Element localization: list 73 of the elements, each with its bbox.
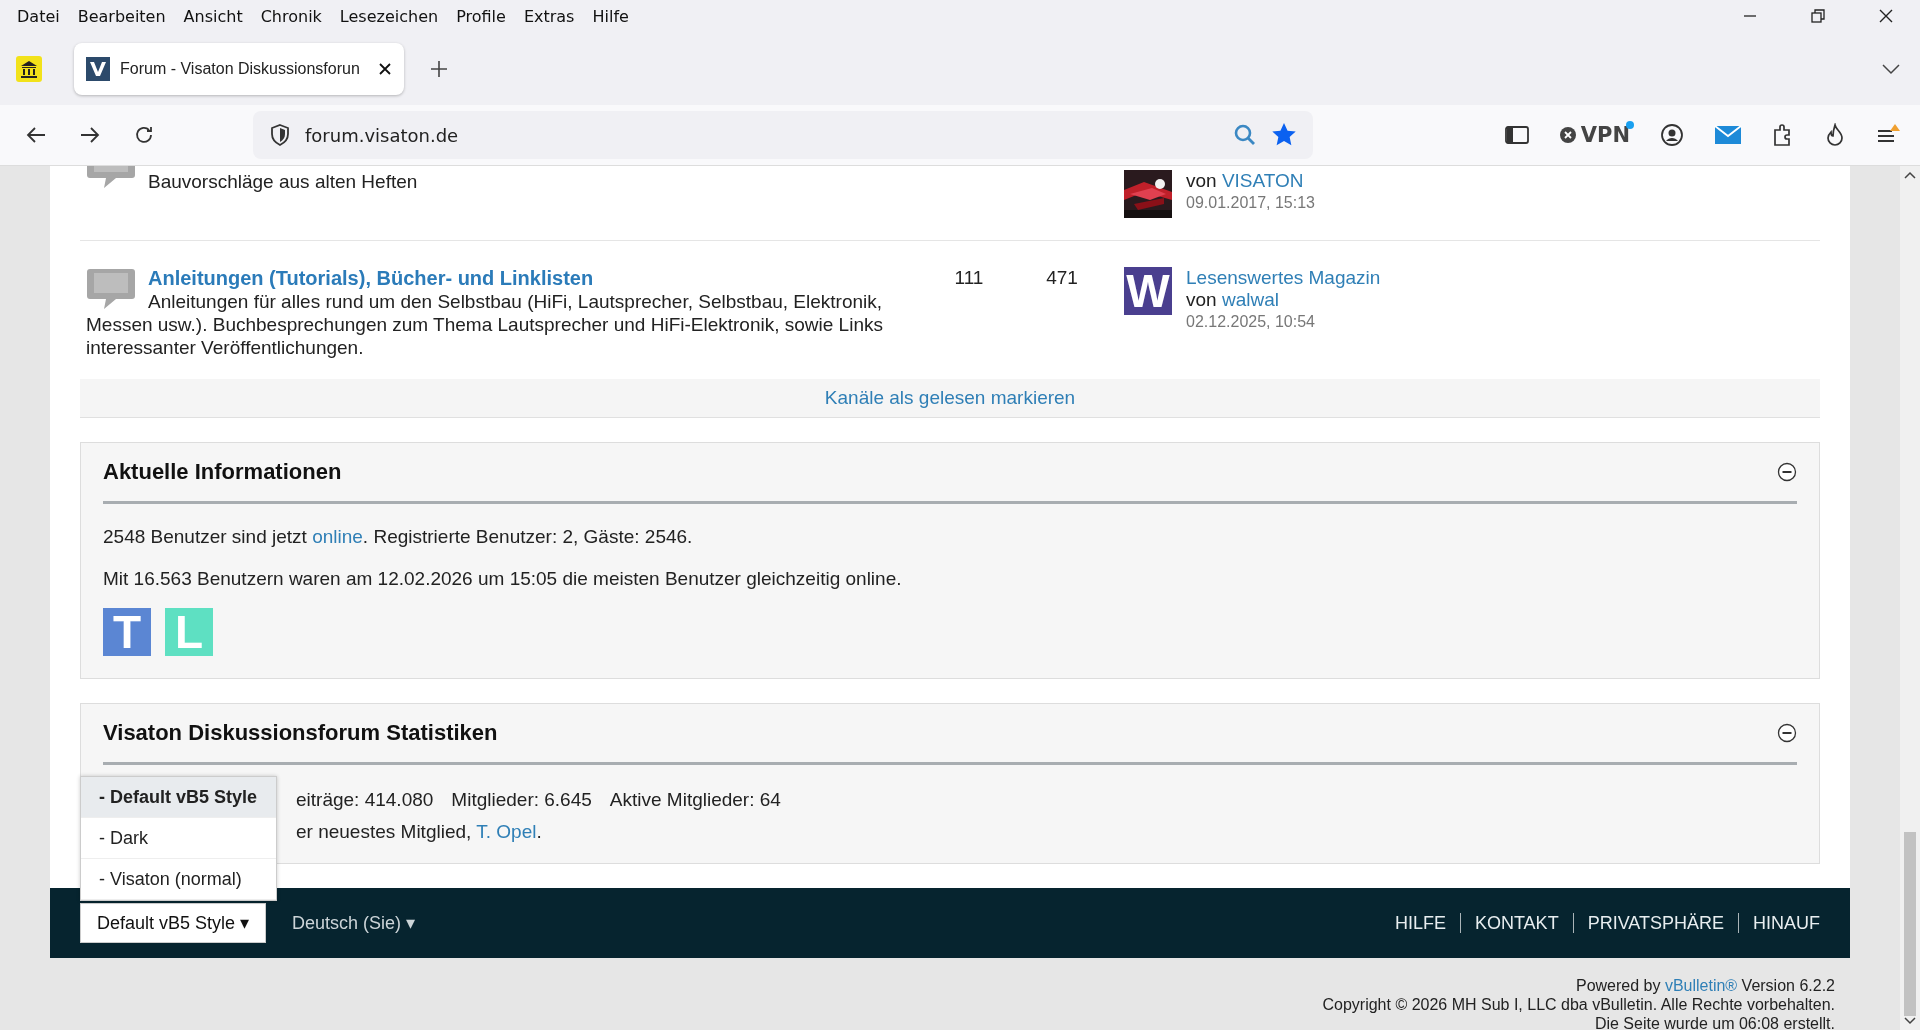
address-bar[interactable]: forum.visaton.de — [253, 111, 1313, 159]
post-count: 471 — [1046, 267, 1078, 288]
shield-icon — [269, 123, 291, 147]
panel-title: Aktuelle Informationen — [103, 459, 342, 485]
footer-link[interactable]: HINAUF — [1753, 912, 1820, 934]
close-icon[interactable] — [378, 61, 392, 76]
forum-title-link[interactable]: Anleitungen (Tutorials), Bücher- und Linklisten — [148, 267, 594, 289]
mail-icon[interactable] — [1714, 125, 1742, 145]
footer-link[interactable]: KONTAKT — [1474, 912, 1559, 934]
thread-link[interactable]: Lesenswertes Magazin — [1186, 267, 1381, 289]
menu-item[interactable]: Profile — [447, 6, 515, 26]
scrollbar-thumb[interactable] — [1904, 832, 1916, 1016]
user-avatar[interactable]: W — [1124, 267, 1172, 315]
collapse-icon[interactable] — [1777, 723, 1797, 743]
footer-link[interactable]: HILFE — [1394, 912, 1446, 934]
thread-count: 111 — [954, 267, 984, 288]
member-link[interactable]: T. Opel — [476, 821, 537, 842]
menu-item[interactable]: Ansicht — [174, 6, 252, 26]
user-avatar[interactable]: T — [103, 608, 151, 656]
reload-icon[interactable] — [133, 124, 155, 146]
copyright-text: Copyright © 2026 MH Sub I, LLC dba vBulletin. Alle Rechte vorbehalten. — [1322, 995, 1835, 1014]
chevron-down-icon[interactable] — [1882, 62, 1900, 75]
restore-icon[interactable] — [1810, 8, 1826, 24]
mark-read-link[interactable]: Kanäle als gelesen markieren — [824, 387, 1076, 409]
account-icon[interactable] — [1660, 123, 1684, 147]
close-icon[interactable] — [1878, 8, 1894, 24]
scrollbar[interactable] — [1900, 166, 1920, 1030]
menu-option[interactable]: - Visaton (normal) — [81, 859, 276, 900]
footer-link[interactable]: PRIVATSPHÄRE — [1587, 912, 1724, 934]
flame-icon[interactable] — [1824, 123, 1846, 147]
scroll-up-icon[interactable] — [1904, 170, 1916, 180]
menu-item[interactable]: Datei — [8, 6, 69, 26]
scroll-down-icon[interactable] — [1904, 1016, 1916, 1026]
menu-option[interactable]: - Default vB5 Style — [81, 777, 276, 818]
powered-by-text: Powered by vBulletin® Version 6.2.2 — [1575, 976, 1835, 995]
language-dropdown[interactable]: Deutsch (Sie) ▾ — [286, 911, 422, 935]
sidebar-icon[interactable] — [1504, 125, 1529, 145]
generated-text: Die Seite wurde um 06:08 erstellt. — [1594, 1014, 1835, 1030]
stat-text: eiträge: 414.080 — [296, 789, 434, 811]
post-date: 09.01.2017, 15:13 — [1186, 193, 1315, 213]
author-link[interactable]: walwal — [1221, 289, 1279, 310]
by-label: von — [1186, 289, 1217, 310]
post-date: 02.12.2025, 10:54 — [1186, 312, 1316, 332]
speech-bubble-icon — [86, 267, 136, 311]
forum-description: Anleitungen für alles rund um den Selbstbau (HiFi, Lautsprecher, Selbstbau, Elektronik, Messen usw.). Buchbesprechungen zum Thema Lautsprecher und HiFi-Elektronik, sowie Links interessanter Veröffentlichungen. — [86, 291, 883, 358]
record-text: Mit 16.563 Benutzern waren am 12.02.2026 um 15:05 die meisten Benutzer gleichzeitig online. — [103, 568, 903, 590]
url-text: forum.visaton.de — [305, 124, 459, 146]
collapse-icon[interactable] — [1777, 462, 1797, 482]
notification-dot — [1626, 121, 1634, 129]
menu-item[interactable]: Chronik — [251, 6, 331, 26]
menu-item[interactable]: Extras — [514, 6, 584, 26]
close-circle-icon — [1558, 126, 1577, 144]
search-icon[interactable] — [1233, 123, 1257, 147]
online-link[interactable]: online — [312, 526, 363, 547]
vbulletin-link[interactable]: vBulletin® — [1664, 977, 1738, 994]
forum-description: Bauvorschläge aus alten Heften — [148, 171, 418, 192]
online-users-text: 2548 Benutzer sind jetzt online. Registrierte Benutzer: 2, Gäste: 2546. — [103, 526, 694, 548]
menu-item[interactable]: Bearbeiten — [68, 6, 175, 26]
site-logo-icon — [86, 56, 110, 81]
panel-title: Visaton Diskussionsforum Statistiken — [103, 720, 498, 746]
stat-text: Aktive Mitglieder: 64 — [609, 789, 781, 811]
vpn-button[interactable]: VPN — [1558, 123, 1630, 147]
menu-item[interactable]: Lesezeichen — [330, 6, 448, 26]
menu-option[interactable]: - Dark — [81, 818, 276, 859]
star-icon[interactable] — [1271, 122, 1297, 148]
author-link[interactable]: VISATON — [1221, 170, 1304, 191]
new-tab-icon[interactable] — [430, 59, 448, 78]
museum-icon[interactable] — [16, 55, 42, 82]
by-label: von — [1186, 170, 1217, 191]
browser-tab[interactable]: Forum - Visaton Diskussionsforun — [74, 42, 404, 95]
stat-text: Mitglieder: 6.645 — [451, 789, 592, 811]
style-dropdown[interactable]: Default vB5 Style ▾ — [80, 903, 267, 943]
menu-item[interactable]: Hilfe — [583, 6, 638, 26]
